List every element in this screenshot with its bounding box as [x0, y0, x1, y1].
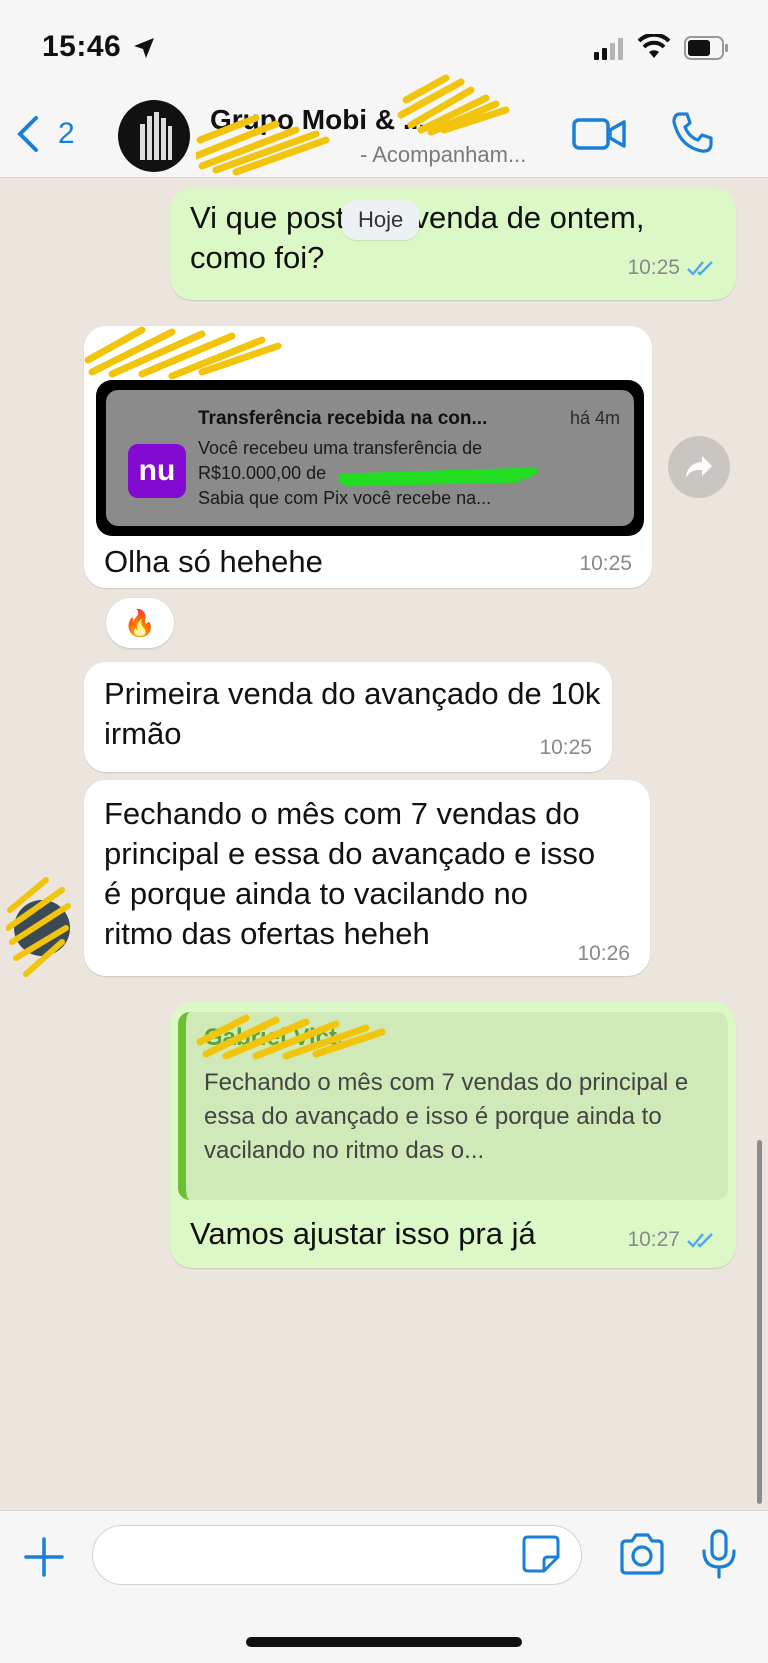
incoming-image-message[interactable]: nu Transferência recebida na con... há 4… [84, 326, 652, 588]
sender-avatar[interactable] [6, 877, 71, 977]
message-input[interactable] [92, 1525, 582, 1585]
notification-screenshot[interactable]: nu Transferência recebida na con... há 4… [96, 380, 644, 536]
chat-title[interactable]: Grupo Mobi & ... [210, 104, 550, 136]
quoted-message[interactable]: Gabriel Vict. Fechando o mês com 7 venda… [178, 1012, 728, 1200]
scrollbar[interactable] [757, 1140, 762, 1504]
notification-age: há 4m [569, 408, 620, 428]
back-button[interactable]: 2 [14, 112, 84, 156]
sticker-icon[interactable] [522, 1535, 560, 1573]
cell-signal-icon [594, 38, 623, 60]
outgoing-message[interactable]: Vi que postou a venda de ontem, como foi… [170, 188, 736, 300]
chat-header: 2 Grupo Mobi & ... - Acompanham... [0, 74, 768, 178]
message-time: 10:25 [579, 552, 632, 575]
message-time: 10:25 [539, 736, 592, 759]
forward-button[interactable] [668, 436, 730, 498]
status-bar: 15:46 [0, 0, 768, 90]
message-meta: 10:26 [577, 942, 630, 966]
read-ticks-icon [687, 1233, 713, 1248]
wifi-icon [638, 34, 670, 58]
group-avatar[interactable] [118, 100, 190, 172]
camera-icon[interactable] [618, 1533, 666, 1575]
message-text: Olha só hehehe [104, 544, 323, 579]
message-meta: 10:25 [579, 552, 632, 576]
message-time: 10:26 [577, 942, 630, 965]
status-time: 15:46 [42, 30, 122, 63]
message-text: Primeira venda do avançado de 10k irmão [104, 676, 601, 751]
location-arrow-icon [134, 38, 154, 58]
battery-icon [684, 36, 728, 60]
nubank-app-icon: nu [128, 444, 186, 498]
name-redaction [338, 467, 538, 487]
quoted-text: Fechando o mês com 7 vendas do principal… [204, 1069, 689, 1164]
phone-call-icon[interactable] [670, 110, 714, 154]
message-time: 10:25 [627, 256, 680, 279]
message-time: 10:27 [627, 1228, 680, 1251]
message-composer [0, 1510, 768, 1663]
sender-name-redaction [84, 326, 282, 380]
message-meta: 10:25 [539, 736, 592, 760]
message-list[interactable]: Vi que postou a venda de ontem, como foi… [0, 178, 768, 1510]
quoted-author: Gabriel Vict. [204, 1024, 344, 1051]
building-logo-icon [140, 112, 172, 160]
message-meta: 10:25 [627, 256, 716, 280]
notification-body: Você recebeu uma transferência de R$10.0… [198, 436, 618, 511]
incoming-message[interactable]: Primeira venda do avançado de 10k irmão … [84, 662, 612, 772]
reaction-badge[interactable]: 🔥 [106, 598, 174, 648]
avatar-redaction [6, 877, 71, 977]
microphone-icon[interactable] [700, 1529, 738, 1579]
date-separator: Hoje [342, 200, 420, 240]
chevron-left-icon [17, 116, 38, 152]
chat-subtitle: - Acompanham... [360, 142, 527, 167]
read-ticks-icon [687, 261, 713, 276]
message-meta: 10:27 [627, 1228, 716, 1252]
message-text: Fechando o mês com 7 vendas do principal… [104, 796, 596, 951]
unread-count: 2 [58, 117, 75, 150]
forward-arrow-icon [686, 456, 712, 478]
message-text: Vamos ajustar isso pra já [190, 1216, 536, 1251]
message-text: Vi que postou a venda de ontem, como foi… [190, 200, 645, 275]
home-indicator [246, 1637, 522, 1647]
outgoing-reply-message[interactable]: Gabriel Vict. Fechando o mês com 7 venda… [170, 1002, 736, 1268]
incoming-message[interactable]: Fechando o mês com 7 vendas do principal… [84, 780, 650, 976]
plus-icon[interactable] [22, 1535, 66, 1579]
notification-title: Transferência recebida na con... [198, 408, 488, 429]
video-call-icon[interactable] [572, 114, 626, 154]
